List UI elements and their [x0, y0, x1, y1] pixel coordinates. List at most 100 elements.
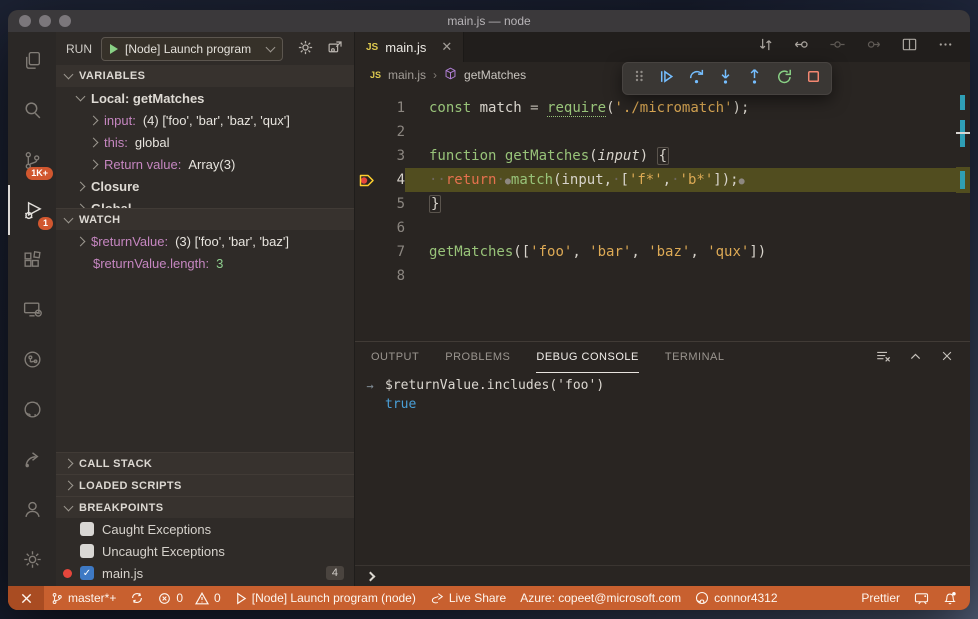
- line-number: 7: [396, 244, 405, 260]
- loaded-scripts-section-header[interactable]: LOADED SCRIPTS: [56, 474, 354, 496]
- breakpoint-checkbox[interactable]: [80, 522, 94, 536]
- close-window-button[interactable]: [19, 15, 31, 27]
- panel-tab-output[interactable]: OUTPUT: [371, 342, 419, 373]
- variables-list: Local: getMatches input: (4) ['foo', 'bar'…: [56, 87, 354, 208]
- launch-config-dropdown[interactable]: [Node] Launch program: [101, 36, 283, 61]
- breakpoint-gutter[interactable]: [355, 144, 377, 168]
- run-and-debug-icon[interactable]: 1: [8, 185, 56, 236]
- continue-button[interactable]: [658, 68, 675, 90]
- split-editor-icon[interactable]: [901, 36, 918, 58]
- breakpoint-row[interactable]: Uncaught Exceptions: [56, 540, 354, 562]
- code-line[interactable]: 8: [355, 264, 970, 288]
- extensions-icon[interactable]: [8, 235, 56, 285]
- tab-main-js[interactable]: JS main.js ✕: [355, 32, 465, 62]
- breakpoints-section-header[interactable]: BREAKPOINTS: [56, 496, 354, 518]
- code-line-text: const match = require('./micromatch');: [429, 100, 750, 117]
- chevron-right-icon[interactable]: [88, 137, 99, 147]
- variable-row-name: input:: [104, 112, 136, 128]
- watch-row[interactable]: $returnValue.length: 3: [56, 252, 354, 274]
- variable-row[interactable]: Global: [56, 197, 354, 208]
- restart-button[interactable]: [776, 68, 793, 90]
- breakpoint-gutter[interactable]: [355, 216, 377, 240]
- breakpoint-gutter[interactable]: [355, 264, 377, 288]
- collapse-panel-icon[interactable]: [908, 349, 923, 367]
- prettier-status[interactable]: Prettier: [854, 586, 907, 610]
- compare-changes-icon[interactable]: [757, 36, 774, 58]
- step-out-button[interactable]: [746, 68, 763, 90]
- current-line-breakpoint-icon[interactable]: [355, 168, 377, 192]
- breakpoint-gutter[interactable]: [355, 96, 377, 120]
- watch-row-name: $returnValue:: [91, 233, 169, 249]
- code-line[interactable]: 2: [355, 120, 970, 144]
- panel-tab-terminal[interactable]: TERMINAL: [665, 342, 725, 373]
- minimize-window-button[interactable]: [39, 15, 51, 27]
- feedback-icon[interactable]: [907, 586, 936, 610]
- chevron-down-icon[interactable]: [75, 91, 86, 102]
- more-actions-icon[interactable]: [937, 36, 954, 58]
- chevron-right-icon[interactable]: [75, 236, 86, 246]
- notifications-bell-icon[interactable]: [936, 586, 964, 610]
- variable-row[interactable]: Return value: Array(3): [56, 153, 354, 175]
- navigate-back-icon[interactable]: [793, 36, 810, 58]
- zoom-window-button[interactable]: [59, 15, 71, 27]
- panel-tab-problems[interactable]: PROBLEMS: [445, 342, 510, 373]
- azure-account-status[interactable]: Azure: copeet@microsoft.com: [513, 586, 688, 610]
- github-account-status[interactable]: connor4312: [688, 586, 784, 610]
- accounts-icon[interactable]: [8, 484, 56, 534]
- traffic-lights: [19, 15, 71, 27]
- code-line[interactable]: 7 getMatches(['foo', 'bar', 'baz', 'qux']…: [355, 240, 970, 264]
- chevron-right-icon[interactable]: [75, 181, 86, 191]
- code-line[interactable]: 3 function getMatches(input) {: [355, 144, 970, 168]
- code-line[interactable]: 6: [355, 216, 970, 240]
- debug-console-input[interactable]: [355, 565, 970, 586]
- toolbar-drag-handle[interactable]: [632, 68, 646, 89]
- code-line[interactable]: 1 const match = require('./micromatch');: [355, 96, 970, 120]
- live-share-icon[interactable]: [8, 335, 56, 385]
- git-branch-status[interactable]: master*+: [44, 586, 123, 610]
- call-stack-section-header[interactable]: CALL STACK: [56, 452, 354, 474]
- panel-tab-debug-console[interactable]: DEBUG CONSOLE: [536, 342, 639, 373]
- variable-row[interactable]: this: global: [56, 131, 354, 153]
- start-debug-icon[interactable]: [110, 43, 118, 54]
- sync-changes-icon[interactable]: [123, 586, 151, 610]
- variables-section-header[interactable]: VARIABLES: [56, 65, 354, 87]
- code-line-text: [405, 264, 970, 288]
- github-icon[interactable]: [8, 385, 56, 435]
- breakpoint-row[interactable]: Caught Exceptions: [56, 518, 354, 540]
- breakpoint-gutter[interactable]: [355, 240, 377, 264]
- chevron-right-icon[interactable]: [88, 115, 99, 125]
- configure-gear-icon[interactable]: [297, 39, 314, 59]
- source-control-icon[interactable]: 1K+: [8, 136, 56, 186]
- chevron-right-icon[interactable]: [88, 159, 99, 169]
- open-debug-console-icon[interactable]: [327, 39, 344, 59]
- breakpoint-checkbox[interactable]: ✓: [80, 566, 94, 580]
- variable-row[interactable]: input: (4) ['foo', 'bar', 'baz', 'qux']: [56, 109, 354, 131]
- close-panel-icon[interactable]: [940, 349, 954, 366]
- watch-section-header[interactable]: WATCH: [56, 208, 354, 230]
- clear-console-icon[interactable]: [875, 348, 891, 367]
- breakpoint-gutter[interactable]: [355, 192, 377, 216]
- close-tab-icon[interactable]: ✕: [441, 39, 452, 55]
- chevron-right-icon[interactable]: [75, 203, 86, 208]
- variable-row[interactable]: Closure: [56, 175, 354, 197]
- code-line[interactable]: 5}: [355, 192, 970, 216]
- live-share-status[interactable]: Live Share: [423, 586, 513, 610]
- debug-launch-status[interactable]: [Node] Launch program (node): [228, 586, 423, 610]
- code-line[interactable]: 4 ··return·●match(input,·['f*',·'b*']);●: [355, 168, 970, 192]
- search-icon[interactable]: [8, 86, 56, 136]
- stop-button[interactable]: [805, 68, 822, 90]
- step-over-button[interactable]: [688, 68, 705, 90]
- share-export-icon[interactable]: [8, 435, 56, 485]
- watch-row[interactable]: $returnValue: (3) ['foo', 'bar', 'baz']: [56, 230, 354, 252]
- problems-status[interactable]: 0 0: [151, 586, 227, 610]
- breakpoint-row[interactable]: ✓ main.js 4: [56, 562, 354, 584]
- breakpoint-checkbox[interactable]: [80, 544, 94, 558]
- code-editor[interactable]: 1 const match = require('./micromatch'); 2…: [355, 88, 970, 341]
- explorer-icon[interactable]: [8, 36, 56, 86]
- step-into-button[interactable]: [717, 68, 734, 90]
- settings-gear-icon[interactable]: [8, 534, 56, 584]
- breakpoint-gutter[interactable]: [355, 120, 377, 144]
- remote-explorer-icon[interactable]: [8, 285, 56, 335]
- variable-row[interactable]: Local: getMatches: [56, 87, 354, 109]
- remote-indicator[interactable]: [8, 586, 44, 610]
